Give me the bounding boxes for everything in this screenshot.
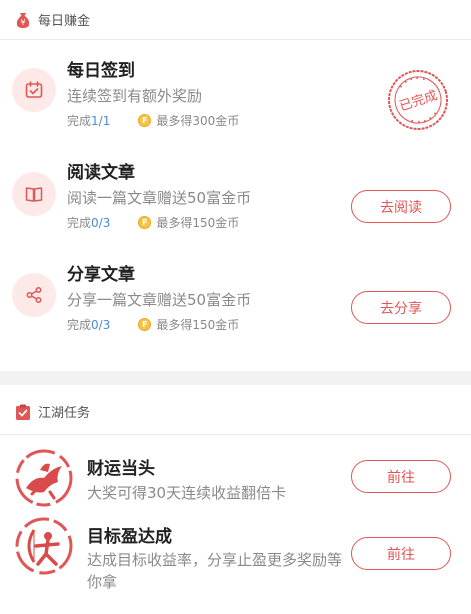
jianghu-tasks-header: 江湖任务 xyxy=(0,389,471,435)
reward-text: 最多得150金币 xyxy=(156,216,240,230)
section-divider xyxy=(0,371,471,385)
svg-text:¥: ¥ xyxy=(20,18,25,27)
progress-value: 0/3 xyxy=(91,317,111,332)
daily-earn-header: ¥ 每日赚金 xyxy=(0,0,471,40)
progress-label: 完成 xyxy=(67,318,92,332)
reward-text: 最多得150金币 xyxy=(156,318,240,332)
go-target-button[interactable]: 前往 xyxy=(351,537,451,570)
coin-icon: F xyxy=(138,318,152,331)
coin-icon: F xyxy=(138,114,152,127)
go-read-button[interactable]: 去阅读 xyxy=(351,190,451,223)
calendar-check-icon xyxy=(12,68,56,112)
money-bag-icon: ¥ xyxy=(16,12,30,28)
task-desc: 阅读一篇文章赠送50富金币 xyxy=(67,189,252,207)
task-desc: 分享一篇文章赠送50富金币 xyxy=(67,291,252,309)
share-icon xyxy=(12,273,56,317)
task-title: 分享文章 xyxy=(67,265,135,285)
progress-value: 1/1 xyxy=(91,113,111,128)
task-meta: 完成 1/1 F 最多得300金币 xyxy=(67,112,239,129)
go-share-button[interactable]: 去分享 xyxy=(351,291,451,324)
stamp-text: 已完成 xyxy=(398,88,440,114)
task-title: 财运当头 xyxy=(87,459,155,479)
task-meta: 完成 0/3 F 最多得150金币 xyxy=(67,214,239,231)
task-title: 每日签到 xyxy=(67,61,135,81)
task-title: 目标盈达成 xyxy=(87,527,172,547)
book-icon xyxy=(12,172,56,216)
progress-label: 完成 xyxy=(67,216,92,230)
clipboard-check-icon xyxy=(16,404,30,420)
task-title: 阅读文章 xyxy=(67,163,135,183)
completed-stamp: 已完成 xyxy=(388,70,448,130)
daily-earn-title: 每日赚金 xyxy=(38,14,91,29)
task-desc: 达成目标收益率，分享止盈更多奖励等你拿 xyxy=(87,551,343,591)
coin-icon: F xyxy=(138,216,152,229)
reward-text: 最多得300金币 xyxy=(156,114,240,128)
task-desc: 连续签到有额外奖励 xyxy=(67,87,203,105)
go-fortune-button[interactable]: 前往 xyxy=(351,460,451,493)
archer-ink-icon xyxy=(15,517,73,575)
jianghu-tasks-title: 江湖任务 xyxy=(38,406,91,421)
task-desc: 大奖可得30天连续收益翻倍卡 xyxy=(87,484,287,502)
progress-label: 完成 xyxy=(67,114,92,128)
horseman-ink-icon xyxy=(15,449,73,507)
progress-value: 0/3 xyxy=(91,215,111,230)
task-meta: 完成 0/3 F 最多得150金币 xyxy=(67,316,239,333)
